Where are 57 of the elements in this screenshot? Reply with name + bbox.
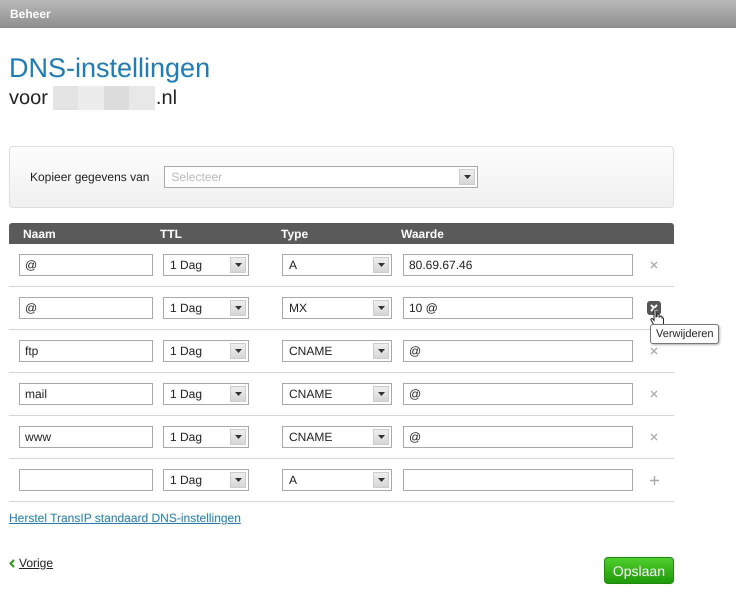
- dropdown-icon: [230, 386, 246, 402]
- name-field[interactable]: ftp: [19, 340, 153, 362]
- column-header: Type: [281, 226, 310, 240]
- type-select[interactable]: MX: [282, 297, 392, 319]
- dropdown-icon: [459, 169, 476, 185]
- dropdown-icon: [373, 386, 389, 402]
- ttl-select[interactable]: 1 Dag: [163, 469, 249, 491]
- name-field[interactable]: [19, 469, 153, 491]
- dropdown-icon: [230, 429, 246, 445]
- value-field[interactable]: @: [403, 340, 633, 362]
- ttl-select[interactable]: 1 Dag: [163, 426, 249, 448]
- type-select[interactable]: A: [282, 254, 392, 276]
- column-header: Waarde: [401, 226, 444, 240]
- dropdown-icon: [373, 343, 389, 359]
- dropdown-icon: [373, 472, 389, 488]
- plus-icon: [650, 476, 658, 484]
- value-field[interactable]: 10 @: [403, 297, 633, 319]
- column-header: TTL: [160, 226, 183, 240]
- dropdown-icon: [230, 257, 246, 273]
- chevron-left-icon: [9, 558, 15, 568]
- value-field[interactable]: 80.69.67.46: [403, 254, 633, 276]
- value-field[interactable]: [403, 469, 633, 491]
- dropdown-icon: [373, 300, 389, 316]
- name-field[interactable]: mail: [19, 383, 153, 405]
- name-field[interactable]: @: [19, 297, 153, 319]
- back-link[interactable]: Vorige: [19, 556, 54, 570]
- close-icon: [650, 347, 658, 355]
- name-field[interactable]: www: [19, 426, 153, 448]
- reset-link[interactable]: Herstel TransIP standaard DNS-instellingen: [9, 511, 241, 525]
- value-field[interactable]: @: [403, 383, 633, 405]
- ttl-select[interactable]: 1 Dag: [163, 297, 249, 319]
- type-select[interactable]: CNAME: [282, 426, 392, 448]
- close-icon: [650, 304, 658, 312]
- page-title: DNS-instellingen: [9, 52, 212, 84]
- dropdown-icon: [373, 429, 389, 445]
- dropdown-icon: [230, 343, 246, 359]
- type-select[interactable]: CNAME: [282, 340, 392, 362]
- add-button[interactable]: [647, 473, 661, 487]
- name-field[interactable]: @: [19, 254, 153, 276]
- dropdown-icon: [230, 300, 246, 316]
- ttl-select[interactable]: 1 Dag: [163, 254, 249, 276]
- ttl-select[interactable]: 1 Dag: [163, 383, 249, 405]
- ttl-select[interactable]: 1 Dag: [163, 340, 249, 362]
- value-field[interactable]: @: [403, 426, 633, 448]
- dropdown-icon: [230, 472, 246, 488]
- type-select[interactable]: A: [282, 469, 392, 491]
- dropdown-icon: [373, 257, 389, 273]
- domain-prefix: voor: [9, 86, 48, 110]
- close-icon: [650, 433, 658, 441]
- close-icon: [650, 261, 658, 269]
- tooltip: Verwijderen: [650, 324, 720, 344]
- section-title: Beheer: [10, 7, 51, 21]
- domain-suffix: .nl: [156, 86, 178, 110]
- copy-label: Kopieer gegevens van: [30, 170, 150, 184]
- type-select[interactable]: CNAME: [282, 383, 392, 405]
- column-header: Naam: [22, 226, 57, 240]
- close-icon: [650, 390, 658, 398]
